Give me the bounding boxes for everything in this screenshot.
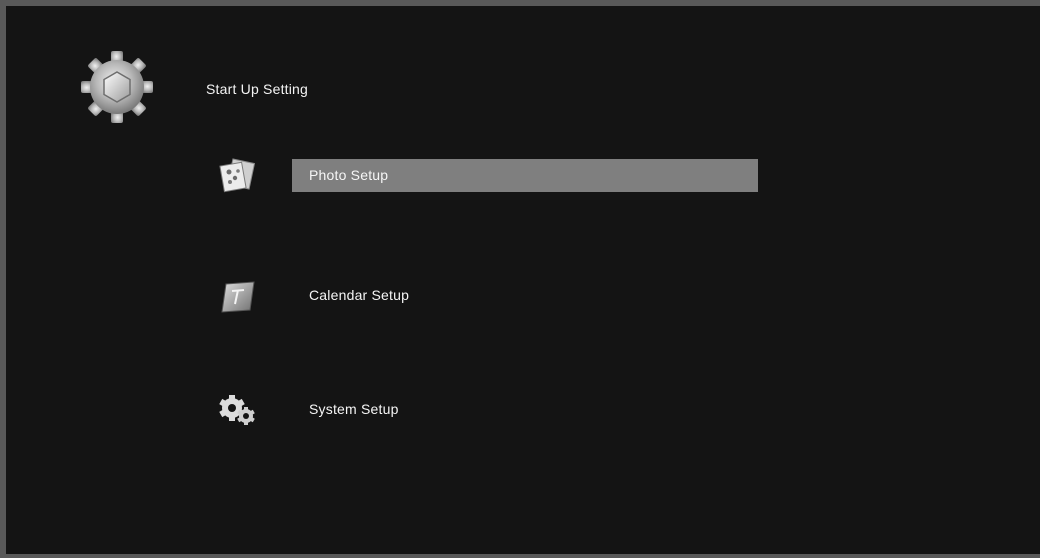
gear-icon xyxy=(78,48,156,126)
page-title: Start Up Setting xyxy=(206,81,309,97)
screen-frame: Start Up Setting Photo Setup Calendar Se… xyxy=(0,0,1040,558)
menu-label-calendar-setup: Calendar Setup xyxy=(309,287,410,303)
tv-screen: Start Up Setting Photo Setup Calendar Se… xyxy=(6,6,1040,554)
menu-label-photo-setup: Photo Setup xyxy=(309,167,389,183)
calendar-icon xyxy=(216,278,258,314)
menu-item-photo-setup[interactable]: Photo Setup xyxy=(206,151,766,201)
menu-label-system-setup: System Setup xyxy=(309,401,399,417)
photo-icon xyxy=(216,158,258,194)
menu-item-system-setup[interactable]: System Setup xyxy=(206,385,766,435)
system-gears-icon xyxy=(216,392,258,428)
menu-item-calendar-setup[interactable]: Calendar Setup xyxy=(206,271,766,321)
